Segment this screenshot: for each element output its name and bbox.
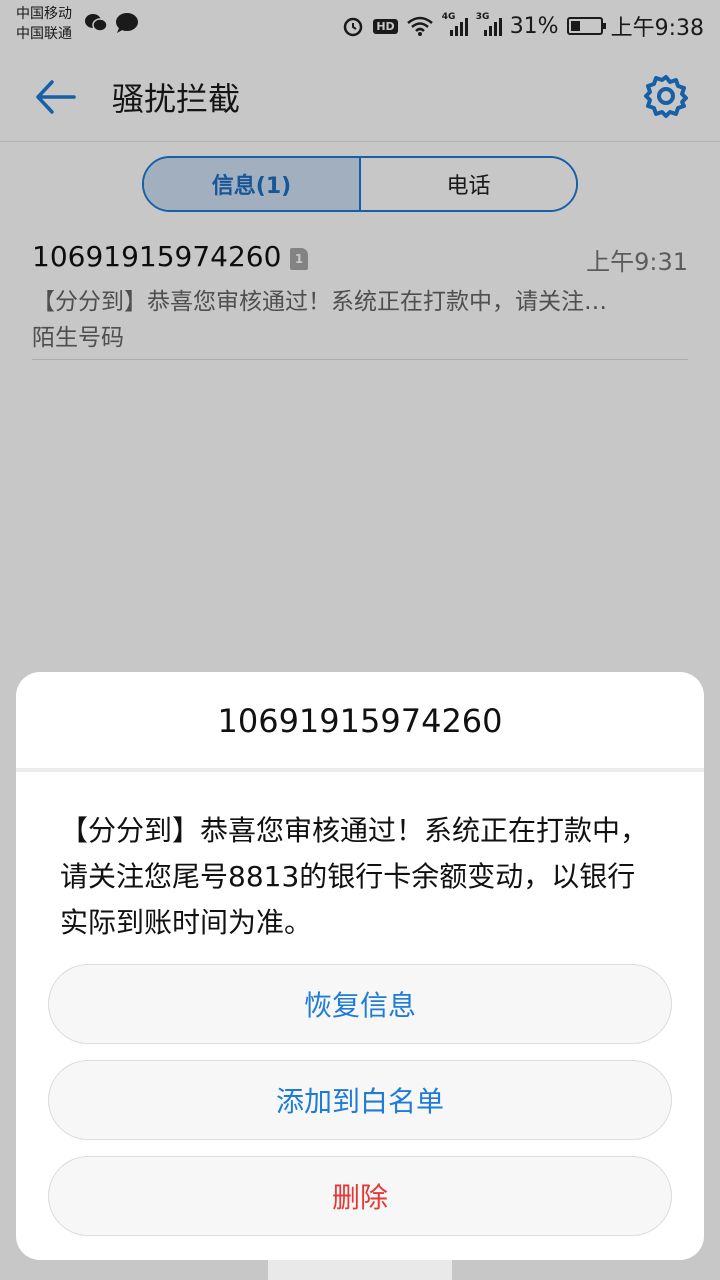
restore-message-button[interactable]: 恢复信息 [48, 964, 672, 1044]
delete-button[interactable]: 删除 [48, 1156, 672, 1236]
add-to-whitelist-button[interactable]: 添加到白名单 [48, 1060, 672, 1140]
message-dialog: 10691915974260 【分分到】恭喜您审核通过！系统正在打款中，请关注您… [16, 672, 704, 1260]
dialog-message-body: 【分分到】恭喜您审核通过！系统正在打款中，请关注您尾号8813的银行卡余额变动，… [60, 814, 649, 939]
dialog-divider [16, 768, 704, 772]
dialog-title: 10691915974260 [217, 702, 503, 740]
